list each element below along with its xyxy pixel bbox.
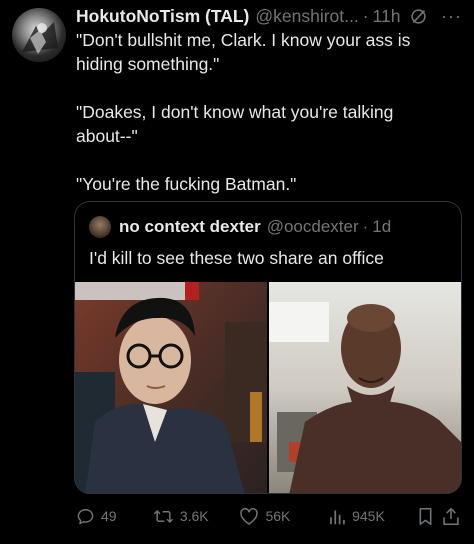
quote-media[interactable] [75,282,461,493]
bookmark-button[interactable] [417,507,443,526]
quote-display-name[interactable]: no context dexter [119,217,261,237]
quote-time[interactable]: 1d [372,217,391,237]
reply-count: 49 [101,508,117,524]
quote-text: I'd kill to see these two share an offic… [89,248,384,268]
views-icon [330,509,345,524]
like-count: 56K [265,508,291,524]
share-button[interactable] [442,507,462,526]
like-button[interactable]: 56K [239,507,328,526]
author-handle[interactable]: @kenshirot... [255,6,358,27]
tweet-text: "Don't bullshit me, Clark. I know your a… [76,28,446,220]
quoted-tweet[interactable]: no context dexter @oocdexter · 1d I'd ki… [74,201,462,494]
right-photo[interactable] [269,282,461,493]
quote-handle[interactable]: @oocdexter [267,217,359,237]
tweet-paragraph: "Doakes, I don't know what you're talkin… [76,102,394,146]
action-bar: 49 3.6K 56K 945K [76,503,462,529]
tweet-time[interactable]: 11h [373,6,401,27]
separator-dot: · [362,5,369,26]
views-button[interactable]: 945K [328,507,417,526]
more-icon[interactable]: ··· [441,6,462,27]
tweet-header: HokutoNoTism (TAL) @kenshirot... · 11h ·… [76,4,462,28]
separator-dot: · [362,217,369,236]
author-display-name[interactable]: HokutoNoTism (TAL) [76,6,249,27]
views-count: 945K [352,508,385,524]
like-icon [240,507,259,525]
share-icon [443,507,460,525]
repost-count: 3.6K [179,508,209,524]
reply-button[interactable]: 49 [76,507,153,526]
author-avatar[interactable] [12,8,66,62]
tweet-paragraph: "You're the fucking Batman." [76,174,297,194]
reply-icon [77,508,94,524]
repost-button[interactable]: 3.6K [153,507,240,526]
repost-icon [153,509,173,523]
left-photo[interactable] [75,282,267,493]
bookmark-icon [419,507,432,525]
grok-icon[interactable] [410,8,427,25]
tweet-paragraph: "Don't bullshit me, Clark. I know your a… [76,30,411,74]
quote-avatar[interactable] [89,216,111,238]
quote-header: no context dexter @oocdexter · 1d [89,216,391,238]
